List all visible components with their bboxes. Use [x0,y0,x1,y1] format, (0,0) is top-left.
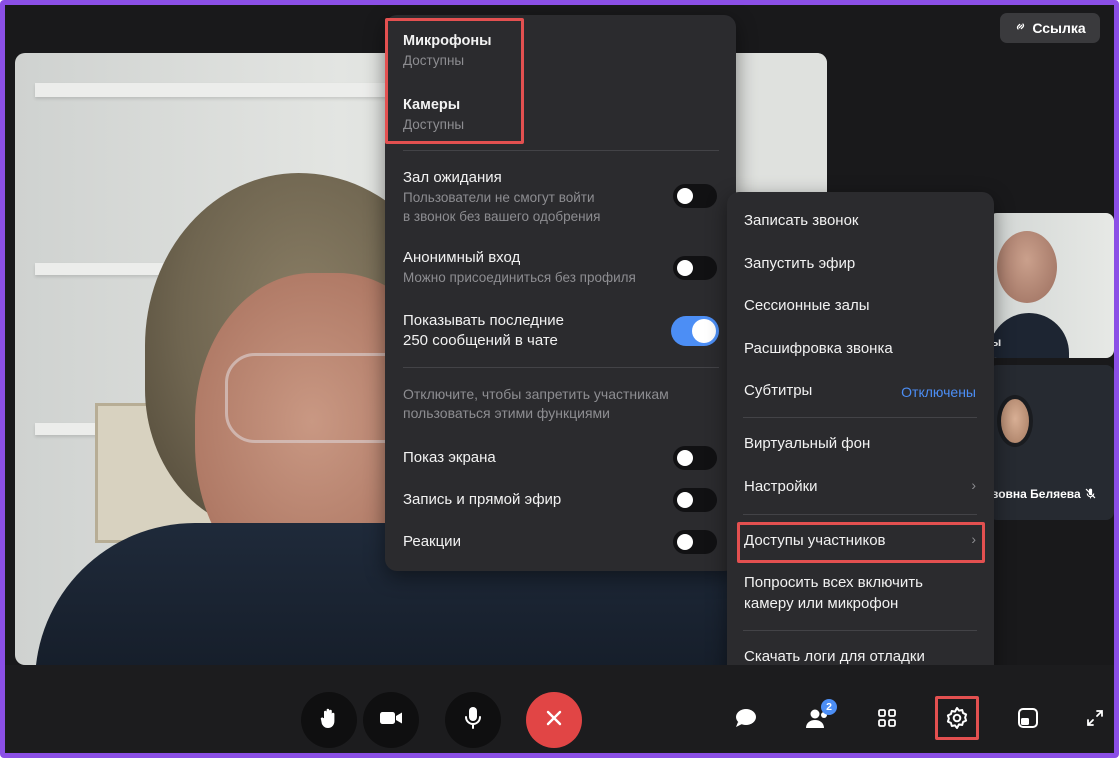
menu-item-record-call[interactable]: Записать звонок [744,210,858,231]
fullscreen-button[interactable] [1080,705,1110,735]
chevron-right-icon: › [971,477,976,493]
microphone-icon [464,706,482,735]
divider [743,630,977,631]
ask-enable-text: камеру или микрофон [744,595,899,612]
show-messages-setting: Показывать последние 250 сообщений в чат… [403,311,564,351]
divider [743,561,977,562]
menu-item-download-logs[interactable]: Скачать логи для отладки [744,646,925,667]
divider [743,417,977,418]
participants-count-badge: 2 [821,699,837,715]
call-toolbar: 2 [5,665,1114,753]
screen-share-label: Показ экрана [403,449,496,466]
shelf [35,83,395,97]
microphone-button[interactable] [445,692,501,748]
chat-icon [734,707,758,734]
anonymous-entry-title: Анонимный вход [403,249,521,266]
anonymous-entry-setting: Анонимный вход Можно присоединиться без … [403,248,636,287]
muted-mic-icon [1084,487,1097,503]
participant-name: вовна Беляева [991,487,1097,503]
grid-view-button[interactable] [872,705,902,735]
divider [403,367,719,368]
toggle-knob [692,319,716,343]
menu-item-participant-access[interactable]: Доступы участников [744,530,886,551]
waiting-room-desc: Пользователи не смогут войти [403,190,595,205]
reactions-label: Реакции [403,533,461,550]
call-window: Ссылка ы вовна Беляева Микрофоны Доступн… [0,0,1119,758]
anonymous-entry-desc: Можно присоединиться без профиля [403,270,636,285]
waiting-room-toggle[interactable] [673,184,717,208]
toggle-knob [677,260,693,276]
show-messages-title: 250 сообщений в чате [403,332,558,349]
end-call-icon [544,708,564,733]
cameras-status: Доступны [403,117,465,132]
microphones-status: Доступны [403,53,465,68]
gear-icon [945,706,969,735]
toggle-knob [677,492,693,508]
anonymous-entry-toggle[interactable] [673,256,717,280]
participant-avatar [997,395,1033,447]
waiting-room-setting: Зал ожидания Пользователи не смогут войт… [403,168,600,226]
video-stage: Ссылка ы вовна Беляева Микрофоны Доступн… [5,5,1114,685]
settings-menu: Записать звонок Запустить эфир Сессионны… [727,192,994,685]
camera-icon [379,710,403,731]
participant-access-panel: Микрофоны Доступны Камеры Доступны Зал о… [385,15,736,571]
camera-button[interactable] [363,692,419,748]
participant-tile[interactable]: вовна Беляева [989,365,1114,520]
settings-button[interactable] [942,705,972,735]
raise-hand-button[interactable] [301,692,357,748]
divider [743,514,977,515]
link-icon [1014,20,1027,36]
menu-item-ask-enable[interactable]: Попросить всех включить камеру или микро… [744,572,923,614]
end-call-button[interactable] [526,692,582,748]
restrict-note: Отключите, чтобы запретить участникам по… [403,385,669,423]
menu-item-start-stream[interactable]: Запустить эфир [744,253,855,274]
waiting-room-title: Зал ожидания [403,169,502,186]
subtitles-value: Отключены [901,384,976,400]
toggle-knob [677,188,693,204]
layout-icon [1017,707,1039,734]
cameras-option[interactable]: Камеры Доступны [403,95,464,134]
toggle-knob [677,534,693,550]
grid-icon [877,708,897,733]
ask-enable-text: Попросить всех включить [744,574,923,591]
show-messages-title: Показывать последние [403,312,565,329]
restrict-note-text: пользоваться этими функциями [403,405,610,421]
microphones-title: Микрофоны [403,33,492,49]
show-messages-toggle[interactable] [671,316,719,346]
divider [403,150,719,151]
raise-hand-icon [319,707,339,734]
participants-button[interactable]: 2 [802,699,837,735]
reactions-toggle[interactable] [673,530,717,554]
menu-item-transcription[interactable]: Расшифровка звонка [744,338,893,359]
participant-name-text: вовна Беляева [991,487,1081,502]
participant-tile[interactable]: ы [989,213,1114,358]
link-label: Ссылка [1032,20,1086,36]
fullscreen-icon [1085,708,1105,733]
toggle-knob [677,450,693,466]
recording-label: Запись и прямой эфир [403,491,562,508]
screen-share-toggle[interactable] [673,446,717,470]
link-button[interactable]: Ссылка [1000,13,1100,43]
menu-item-settings[interactable]: Настройки [744,476,818,497]
restrict-note-text: Отключите, чтобы запретить участникам [403,386,669,402]
menu-item-virtual-background[interactable]: Виртуальный фон [744,433,870,454]
recording-toggle[interactable] [673,488,717,512]
microphones-option[interactable]: Микрофоны Доступны [403,31,491,70]
participant-face [997,231,1057,303]
menu-item-session-rooms[interactable]: Сессионные залы [744,295,870,316]
subtitles-label: Субтитры [744,382,813,399]
layout-button[interactable] [1013,705,1043,735]
chat-button[interactable] [731,705,761,735]
chevron-right-icon: › [971,531,976,547]
waiting-room-desc: в звонок без вашего одобрения [403,209,601,224]
cameras-title: Камеры [403,97,461,113]
